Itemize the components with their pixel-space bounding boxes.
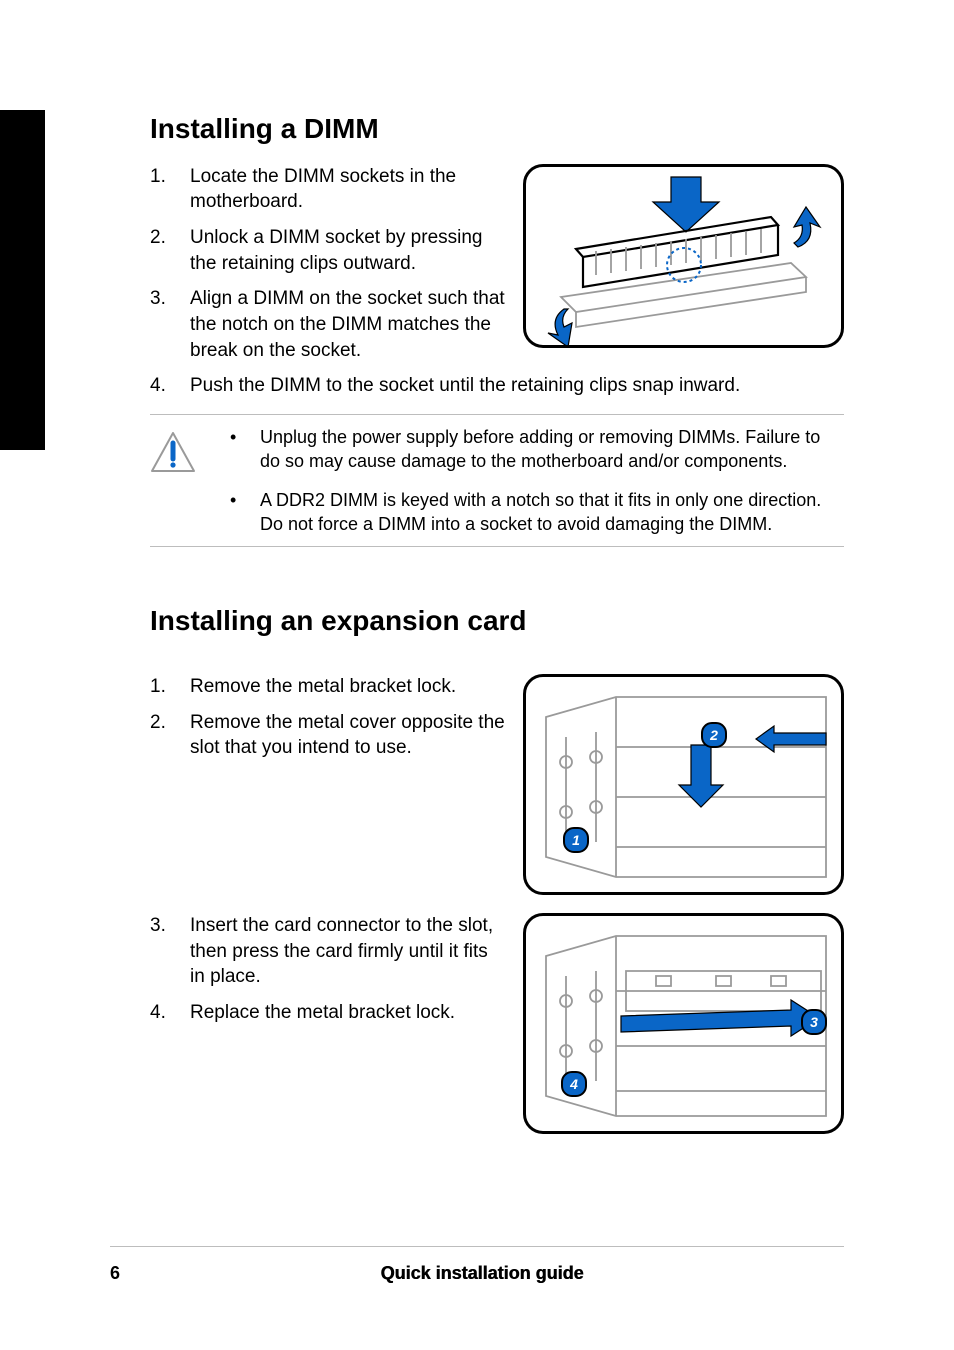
figure-dimm [523, 164, 844, 348]
figure-expansion-1: 2 1 [523, 674, 844, 895]
callout-4: 4 [561, 1071, 587, 1097]
step-text: Insert the card connector to the slot, t… [190, 913, 507, 990]
step-text: Replace the metal bracket lock. [190, 1000, 507, 1026]
bullet: • [230, 425, 260, 474]
step-num: 1. [150, 164, 190, 215]
caution-icon [150, 425, 200, 536]
figure-expansion-2: 3 4 [523, 913, 844, 1134]
step-text: Unlock a DIMM socket by pressing the ret… [190, 225, 507, 276]
callout-3: 3 [801, 1009, 827, 1035]
note-text: Unplug the power supply before adding or… [260, 425, 844, 474]
page-number: 6 [110, 1261, 120, 1285]
step-text: Remove the metal cover opposite the slot… [190, 710, 507, 761]
step-text: Align a DIMM on the socket such that the… [190, 286, 507, 363]
step-text: Remove the metal bracket lock. [190, 674, 507, 700]
step-num: 4. [150, 1000, 190, 1026]
heading-dimm: Installing a DIMM [150, 110, 844, 148]
step-text: Locate the DIMM sockets in the motherboa… [190, 164, 507, 215]
callout-1: 1 [563, 827, 589, 853]
step-num: 1. [150, 674, 190, 700]
caution-note: •Unplug the power supply before adding o… [150, 414, 844, 547]
step-num: 2. [150, 710, 190, 761]
step-num: 2. [150, 225, 190, 276]
heading-expansion: Installing an expansion card [150, 602, 844, 640]
footer-title: Quick installation guide [120, 1261, 844, 1285]
step-num: 3. [150, 286, 190, 363]
footer: 6 Quick installation guide [110, 1246, 844, 1285]
step-num: 4. [150, 373, 190, 399]
step-num: 3. [150, 913, 190, 990]
section-installing-expansion: Installing an expansion card [150, 602, 844, 1134]
section-installing-dimm: Installing a DIMM [150, 110, 844, 547]
note-text: A DDR2 DIMM is keyed with a notch so tha… [260, 488, 844, 537]
step-text: Push the DIMM to the socket until the re… [190, 373, 844, 399]
callout-2: 2 [701, 722, 727, 748]
bullet: • [230, 488, 260, 537]
